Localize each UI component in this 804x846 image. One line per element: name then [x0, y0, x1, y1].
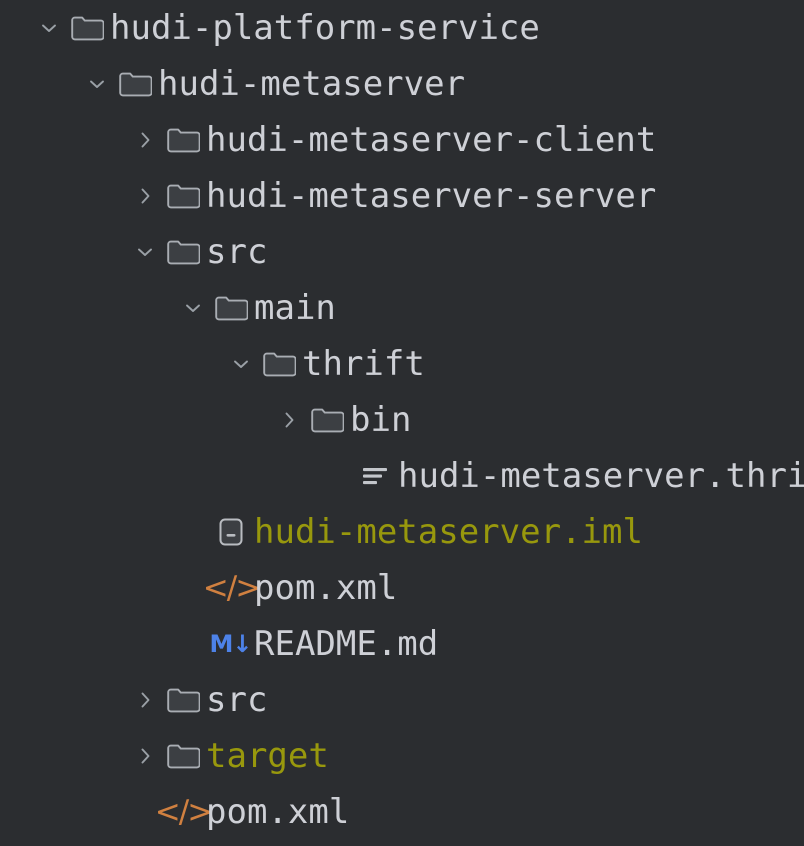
tree-row-label: main	[254, 288, 336, 328]
tree-row[interactable]: src	[128, 672, 267, 728]
folder-icon	[66, 11, 108, 45]
tree-row[interactable]: hudi-metaserver.thrift	[320, 448, 804, 504]
tree-row[interactable]: hudi-metaserver-server	[128, 168, 656, 224]
tree-row[interactable]: thrift	[224, 336, 425, 392]
tree-row-label: README.md	[254, 624, 439, 664]
chevron-down-icon[interactable]	[128, 235, 162, 269]
folder-icon	[210, 291, 252, 325]
chevron-down-icon[interactable]	[224, 347, 258, 381]
chevron-right-icon[interactable]	[128, 179, 162, 213]
folder-icon	[162, 235, 204, 269]
tree-row-label: hudi-metaserver.thrift	[398, 456, 804, 496]
folder-icon	[162, 179, 204, 213]
tree-row[interactable]: hudi-metaserver.iml	[176, 504, 643, 560]
folder-icon	[306, 403, 348, 437]
chevron-down-icon[interactable]	[80, 67, 114, 101]
chevron-right-icon[interactable]	[272, 403, 306, 437]
tree-row[interactable]: </> pom.xml	[128, 784, 350, 840]
chevron-down-icon[interactable]	[32, 11, 66, 45]
tree-row[interactable]: M ↓ README.md	[176, 616, 439, 672]
folder-icon	[162, 683, 204, 717]
module-iml-file-icon	[210, 515, 252, 549]
xml-file-icon: </>	[154, 793, 213, 830]
tree-row-label: hudi-metaserver-client	[206, 120, 657, 160]
tree-row-label: hudi-platform-service	[110, 8, 540, 48]
tree-row-label: pom.xml	[254, 568, 398, 608]
tree-row[interactable]: hudi-platform-service	[32, 0, 540, 56]
folder-icon	[162, 123, 204, 157]
tree-row[interactable]: main	[176, 280, 336, 336]
tree-row-label: src	[206, 232, 268, 272]
xml-file-icon: </>	[202, 569, 261, 606]
tree-row-label: hudi-metaserver-server	[206, 176, 657, 216]
tree-row-label: hudi-metaserver.iml	[254, 512, 643, 552]
folder-icon	[258, 347, 300, 381]
chevron-down-icon[interactable]	[176, 291, 210, 325]
tree-row[interactable]: bin	[272, 392, 411, 448]
folder-icon	[114, 67, 156, 101]
tree-row[interactable]: hudi-metaserver	[80, 56, 465, 112]
chevron-right-icon[interactable]	[128, 123, 162, 157]
tree-row[interactable]: </> pom.xml	[176, 560, 398, 616]
tree-row-label: src	[206, 680, 268, 720]
tree-row-label: target	[206, 736, 329, 776]
project-file-tree[interactable]: hudi-platform-service hudi-metaserver hudi…	[0, 0, 804, 846]
tree-row[interactable]: hudi-metaserver-client	[128, 112, 656, 168]
tree-row-label: hudi-metaserver	[158, 64, 466, 104]
tree-row[interactable]: target	[128, 728, 329, 784]
markdown-file-icon: M ↓	[209, 630, 253, 658]
tree-row-label: thrift	[302, 344, 425, 384]
tree-row-label: bin	[350, 400, 412, 440]
tree-row[interactable]: src	[128, 224, 267, 280]
folder-icon	[162, 739, 204, 773]
chevron-right-icon[interactable]	[128, 683, 162, 717]
text-lines-file-icon	[354, 459, 396, 493]
chevron-right-icon[interactable]	[128, 739, 162, 773]
tree-row-label: pom.xml	[206, 792, 350, 832]
